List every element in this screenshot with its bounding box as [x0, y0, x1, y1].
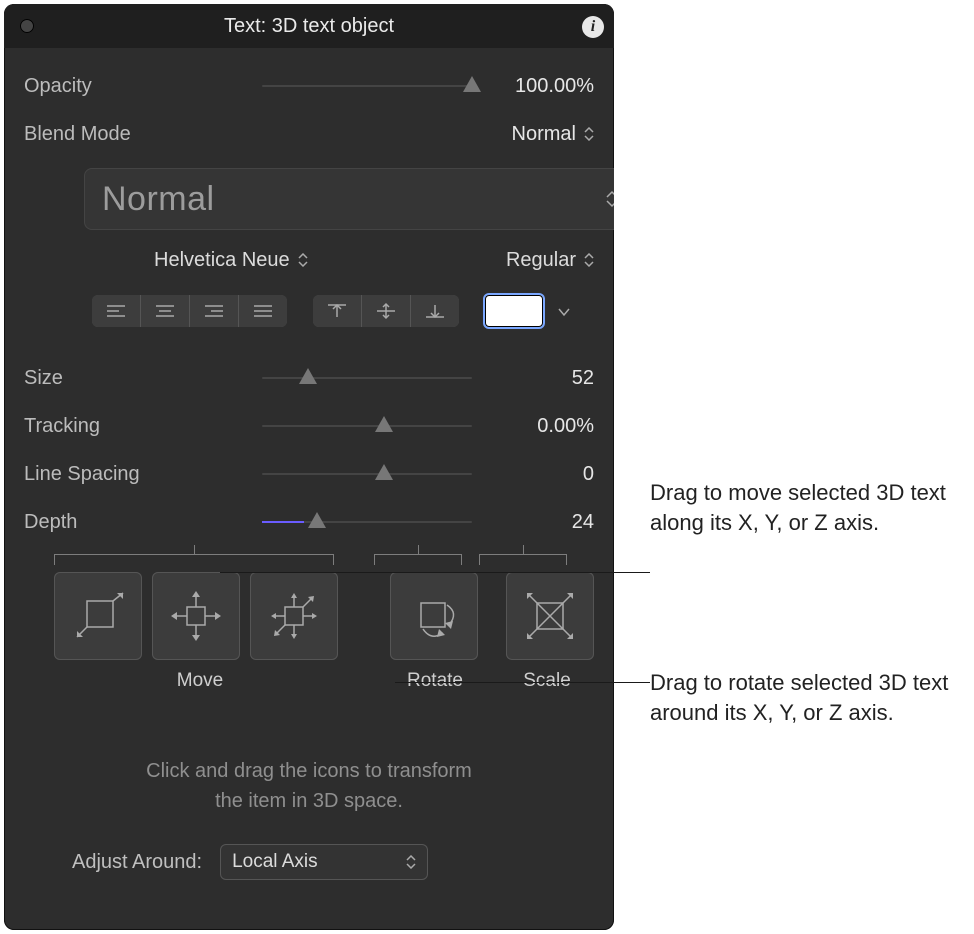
text-inspector-panel: Text: 3D text object i Opacity 100.00% B…: [4, 4, 614, 930]
alignment-row: [24, 286, 594, 336]
rotate-tool[interactable]: [390, 572, 478, 660]
depth-value[interactable]: 24: [484, 511, 594, 534]
blend-mode-chevrons-icon[interactable]: [584, 127, 594, 141]
bracket-move: [54, 554, 334, 565]
size-slider[interactable]: [262, 368, 472, 388]
adjust-around-popup[interactable]: Local Axis: [220, 844, 428, 880]
valign-bottom-button[interactable]: [411, 295, 459, 327]
size-value[interactable]: 52: [484, 367, 594, 390]
valign-middle-icon: [375, 302, 397, 320]
align-center-icon: [154, 303, 176, 319]
adjust-around-value: Local Axis: [232, 851, 398, 873]
align-right-button[interactable]: [190, 295, 239, 327]
callout-move: Drag to move selected 3D text along its …: [650, 478, 970, 538]
tracking-label: Tracking: [24, 415, 174, 438]
move-xyz-icon: [261, 583, 327, 649]
font-family-chevrons-icon: [298, 253, 308, 267]
opacity-label: Opacity: [24, 75, 174, 98]
callout-move-text: Drag to move selected 3D text along its …: [650, 480, 946, 535]
move-z-icon: [65, 583, 131, 649]
blend-mode-label: Blend Mode: [24, 123, 174, 146]
align-right-icon: [203, 303, 225, 319]
opacity-row: Opacity 100.00%: [24, 62, 594, 110]
align-center-button[interactable]: [141, 295, 190, 327]
rotate-label: Rotate: [378, 670, 492, 692]
rotate-icon: [401, 583, 467, 649]
font-weight-popup[interactable]: Regular: [506, 249, 594, 272]
opacity-value[interactable]: 100.00%: [484, 75, 594, 98]
font-row: Helvetica Neue Regular: [24, 240, 594, 280]
valign-top-button[interactable]: [313, 295, 362, 327]
titlebar: Text: 3D text object i: [4, 4, 614, 48]
valign-top-icon: [326, 302, 348, 320]
font-weight-chevrons-icon: [584, 253, 594, 267]
adjust-around-row: Adjust Around: Local Axis: [24, 844, 594, 880]
text-style-popup[interactable]: Normal: [84, 168, 614, 230]
move-xy-icon: [163, 583, 229, 649]
move-xyz-tool[interactable]: [250, 572, 338, 660]
align-left-icon: [105, 303, 127, 319]
callout-rotate-text: Drag to rotate selected 3D text around i…: [650, 670, 948, 725]
align-justify-icon: [252, 303, 274, 319]
scale-tool[interactable]: [506, 572, 594, 660]
opacity-slider[interactable]: [262, 76, 472, 96]
move-z-tool[interactable]: [54, 572, 142, 660]
transform-tools-cluster: Move Rotate Scale: [24, 554, 594, 754]
align-justify-button[interactable]: [239, 295, 287, 327]
align-left-button[interactable]: [92, 295, 141, 327]
info-icon[interactable]: i: [582, 16, 604, 38]
callout-move-line: [220, 572, 650, 573]
callout-rotate-line: [395, 682, 650, 683]
tool-labels: Move Rotate Scale: [54, 670, 614, 692]
text-style-chevrons-icon: [606, 190, 614, 208]
text-style-value: Normal: [102, 180, 598, 219]
depth-row: Depth 24: [24, 498, 594, 546]
transform-hint-line2: the item in 3D space.: [24, 786, 594, 816]
panel-title: Text: 3D text object: [4, 15, 614, 38]
vertical-align-group: [313, 295, 459, 327]
bracket-scale: [479, 554, 567, 565]
move-xy-tool[interactable]: [152, 572, 240, 660]
line-spacing-row: Line Spacing 0: [24, 450, 594, 498]
blend-mode-row: Blend Mode Normal: [24, 110, 594, 158]
valign-bottom-icon: [424, 302, 446, 320]
blend-mode-value[interactable]: Normal: [512, 123, 576, 146]
transform-hint: Click and drag the icons to transform th…: [24, 756, 594, 816]
size-label: Size: [24, 367, 174, 390]
panel-body: Opacity 100.00% Blend Mode Normal: [4, 48, 614, 900]
bracket-rotate: [374, 554, 462, 565]
line-spacing-label: Line Spacing: [24, 463, 174, 486]
tracking-value[interactable]: 0.00%: [484, 415, 594, 438]
line-spacing-value[interactable]: 0: [484, 463, 594, 486]
depth-slider[interactable]: [262, 512, 472, 532]
text-color-swatch[interactable]: [485, 295, 543, 327]
adjust-around-chevrons-icon: [406, 855, 416, 869]
font-family-value: Helvetica Neue: [154, 249, 290, 272]
size-row: Size 52: [24, 354, 594, 402]
scale-label: Scale: [492, 670, 602, 692]
scale-icon: [517, 583, 583, 649]
move-label: Move: [54, 670, 346, 692]
horizontal-align-group: [92, 295, 287, 327]
font-weight-value: Regular: [506, 249, 576, 272]
color-disclosure-icon[interactable]: [551, 301, 571, 322]
depth-label: Depth: [24, 511, 174, 534]
tracking-slider[interactable]: [262, 416, 472, 436]
adjust-around-label: Adjust Around:: [72, 851, 202, 874]
tracking-row: Tracking 0.00%: [24, 402, 594, 450]
font-family-popup[interactable]: Helvetica Neue: [154, 249, 308, 272]
valign-middle-button[interactable]: [362, 295, 411, 327]
transform-hint-line1: Click and drag the icons to transform: [24, 756, 594, 786]
callout-rotate: Drag to rotate selected 3D text around i…: [650, 668, 970, 728]
line-spacing-slider[interactable]: [262, 464, 472, 484]
